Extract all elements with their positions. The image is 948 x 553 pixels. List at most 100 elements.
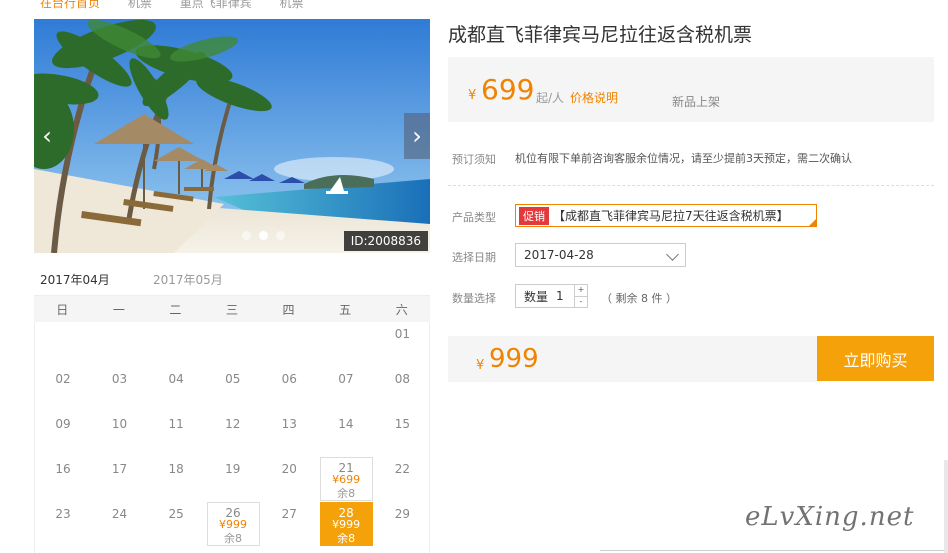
calendar-day-number: 12 xyxy=(225,417,241,431)
calendar-day: 02 xyxy=(35,367,91,412)
calendar-day-number: 02 xyxy=(55,372,71,386)
calendar-day-number: 17 xyxy=(111,462,128,476)
product-type-value: 【成都直飞菲律宾马尼拉7天往返含税机票】 xyxy=(553,209,789,223)
calendar-day-stock: 余8 xyxy=(337,487,356,500)
weekday-label: 三 xyxy=(225,302,238,317)
weekday-label: 一 xyxy=(112,302,125,317)
product-title: 成都直飞菲律宾马尼拉往返含税机票 xyxy=(448,24,753,46)
calendar-day-number: 14 xyxy=(338,417,354,431)
quantity-stepper[interactable]: 数量 1 + - xyxy=(515,284,588,308)
product-type-label: 产品类型 xyxy=(452,211,496,224)
calendar-day-number: 06 xyxy=(281,372,297,386)
calendar-day-number: 13 xyxy=(281,417,297,431)
calendar-day: 04 xyxy=(148,367,204,412)
date-select[interactable]: 2017-04-28 xyxy=(515,243,686,267)
carousel-dot[interactable] xyxy=(276,231,285,240)
calendar-day-number: 10 xyxy=(111,417,128,431)
quantity-increment-button[interactable]: + xyxy=(575,285,587,297)
watermark-line xyxy=(600,550,948,551)
calendar-day: 01 xyxy=(374,322,430,367)
calendar-day-number: 08 xyxy=(394,372,411,386)
selected-corner-icon xyxy=(809,219,816,226)
calendar-grid: 01 02 03 04 05 06 07 08 09 10 11 12 13 14 15 16 17 18 19 20… xyxy=(34,322,430,553)
calendar-day-available[interactable]: 26 ¥999 余8 xyxy=(206,502,260,546)
tab-month-may[interactable]: 2017年05月 xyxy=(153,271,223,298)
calendar-day-number: 09 xyxy=(55,417,71,431)
calendar-day: 09 xyxy=(35,412,91,457)
carousel-dots xyxy=(242,231,285,240)
calendar-day: 25 xyxy=(148,502,204,547)
calendar-day-number: 24 xyxy=(111,507,128,521)
starting-price: 699 xyxy=(481,73,535,106)
calendar-day: 18 xyxy=(148,457,204,502)
calendar-day: 19 xyxy=(205,457,261,502)
quantity-steps: + - xyxy=(574,285,587,307)
calendar-day-number: 19 xyxy=(225,462,241,476)
calendar-day: 20 xyxy=(261,457,317,502)
quantity-value[interactable]: 1 xyxy=(556,289,564,303)
calendar-day: 12 xyxy=(205,412,261,457)
calendar-day: 13 xyxy=(261,412,317,457)
chevron-left-icon: ‹ xyxy=(42,122,52,150)
calendar-day-number: 07 xyxy=(338,372,354,386)
carousel-dot[interactable] xyxy=(242,231,251,240)
calendar-day-number: 01 xyxy=(394,327,411,341)
price-explanation-link[interactable]: 价格说明 xyxy=(570,89,618,106)
total-price: 999 xyxy=(489,344,539,374)
calendar-day: 24 xyxy=(92,502,148,547)
breadcrumb-item[interactable]: 重点飞菲律宾 xyxy=(180,0,252,10)
calendar-day-number: 20 xyxy=(281,462,297,476)
chevron-right-icon: › xyxy=(412,122,422,150)
calendar-day: 23 xyxy=(35,502,91,547)
calendar-day-number: 23 xyxy=(55,507,71,521)
calendar-day-number: 18 xyxy=(168,462,184,476)
calendar-day-available[interactable]: 28 ¥999 余8 xyxy=(319,502,373,546)
buy-now-button[interactable]: 立即购买 xyxy=(817,336,934,381)
quantity-decrement-button[interactable]: - xyxy=(575,297,587,308)
weekday-label: 五 xyxy=(339,302,352,317)
product-image-carousel[interactable]: ‹ › ID:2008836 xyxy=(34,19,430,253)
weekday-label: 二 xyxy=(169,302,182,317)
calendar-day-number: 03 xyxy=(111,372,128,386)
calendar-day: 14 xyxy=(318,412,374,457)
scrollbar[interactable] xyxy=(944,460,948,553)
calendar-day-stock: 余8 xyxy=(224,532,242,545)
calendar-day-number: 27 xyxy=(281,507,297,521)
calendar-day-number: 25 xyxy=(168,507,184,521)
chevron-down-icon xyxy=(666,248,679,261)
breadcrumb-item[interactable]: 机票 xyxy=(128,0,152,10)
calendar-day-number: 11 xyxy=(168,417,184,431)
currency-symbol: ¥ xyxy=(476,358,485,373)
promo-badge: 促销 xyxy=(519,206,549,225)
calendar-day-number: 05 xyxy=(225,372,241,386)
calendar-day: 03 xyxy=(92,367,148,412)
weekday-label: 日 xyxy=(56,302,69,317)
carousel-dot-active[interactable] xyxy=(259,231,268,240)
quantity-inner-label: 数量 xyxy=(524,289,549,304)
calendar-day-available[interactable]: 21 ¥699 余8 xyxy=(319,457,373,501)
carousel-next-button[interactable]: › xyxy=(404,113,430,159)
total-price-panel: ¥ 999 xyxy=(448,336,818,382)
calendar-day: 05 xyxy=(205,367,261,412)
divider xyxy=(448,185,934,186)
calendar-day-number: 15 xyxy=(394,417,411,431)
carousel-prev-button[interactable]: ‹ xyxy=(34,113,60,159)
notice-text: 机位有限下单前咨询客服余位情况，请至少提前3天预定，需二次确认 xyxy=(515,152,852,165)
price-panel: ¥ 699 起/人 价格说明 新品上架 xyxy=(448,57,934,122)
page: 在台行首页 机票 重点飞菲律宾 机票 ‹ › ID:2008836 2017年0… xyxy=(0,0,948,553)
weekday-label: 四 xyxy=(282,302,295,317)
breadcrumb-home[interactable]: 在台行首页 xyxy=(40,0,100,10)
calendar-day-number: 16 xyxy=(55,462,71,476)
breadcrumb: 在台行首页 机票 重点飞菲律宾 机票 xyxy=(40,0,328,11)
calendar-month-tabs: 2017年04月 2017年05月 xyxy=(34,262,430,300)
stock-remaining: （ 剩余 8 件 ） xyxy=(601,292,677,305)
calendar-day: 27 xyxy=(261,502,317,547)
notice-label: 预订须知 xyxy=(452,153,496,166)
product-type-option[interactable]: 促销 【成都直飞菲律宾马尼拉7天往返含税机票】 xyxy=(515,204,817,227)
calendar-day: 22 xyxy=(374,457,430,502)
currency-symbol: ¥ xyxy=(468,88,477,103)
quantity-label: 数量选择 xyxy=(452,292,496,305)
date-select-value: 2017-04-28 xyxy=(524,248,594,262)
product-id-badge: ID:2008836 xyxy=(343,231,428,251)
breadcrumb-item: 机票 xyxy=(279,0,304,10)
